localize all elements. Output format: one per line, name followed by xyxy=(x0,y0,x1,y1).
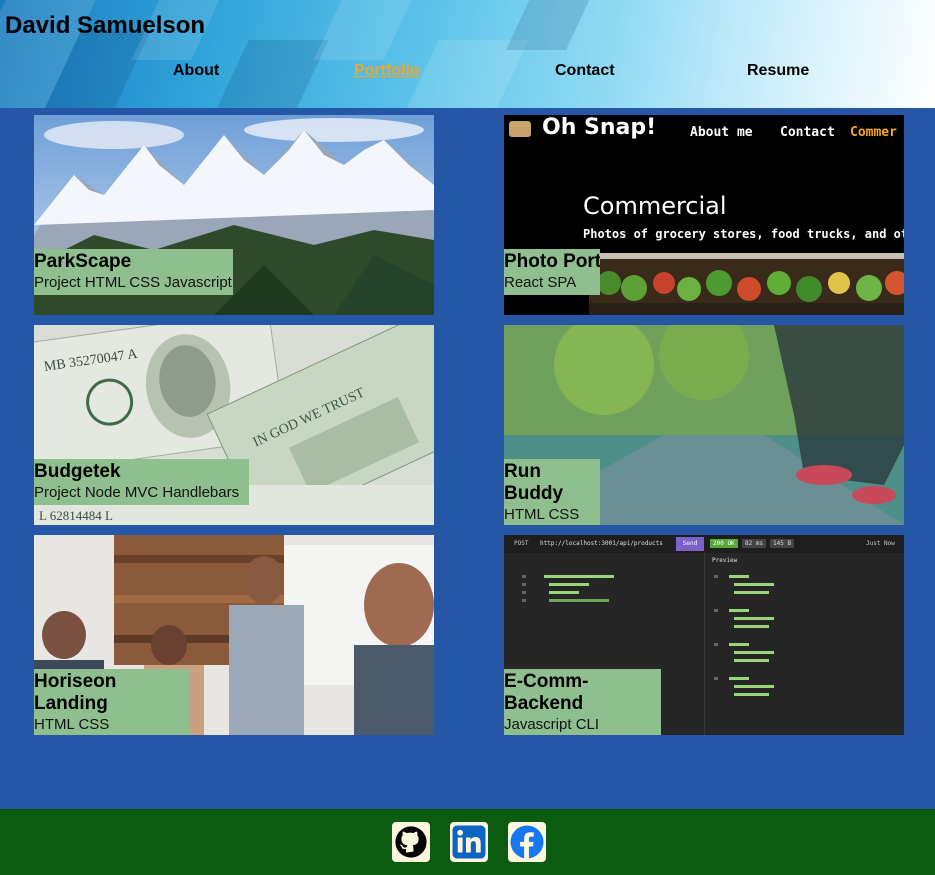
header-facet xyxy=(506,0,594,50)
project-caption: Budgetek Project Node MVC Handlebars xyxy=(34,459,249,505)
header-facet xyxy=(313,0,417,60)
project-tech: Javascript CLI xyxy=(504,716,600,733)
screenshot-send: Send xyxy=(676,537,704,551)
nav-resume[interactable]: Resume xyxy=(747,62,809,80)
screenshot-size: 145 B xyxy=(770,539,795,548)
facebook-icon xyxy=(510,825,544,859)
project-caption: Run Buddy HTML CSS xyxy=(504,459,600,525)
project-caption: E-Comm-Backend Javascript CLI xyxy=(504,669,661,735)
screenshot-time: 82 ms xyxy=(742,539,767,548)
nav-about[interactable]: About xyxy=(173,62,219,80)
project-title: ParkScape xyxy=(34,251,132,272)
project-title: E-Comm-Backend xyxy=(504,671,589,714)
github-link[interactable] xyxy=(392,822,430,862)
linkedin-link[interactable] xyxy=(450,822,488,862)
project-tech: React SPA xyxy=(504,274,577,291)
project-title: Horiseon Landing xyxy=(34,671,117,714)
project-card-photo-port[interactable]: Oh Snap! About me Contact Commer Commerc… xyxy=(504,115,904,315)
screenshot-method: POST xyxy=(514,540,529,547)
project-card-parkscape[interactable]: ParkScape Project HTML CSS Javascript xyxy=(34,115,434,315)
site-header: David Samuelson About Portfolio Contact … xyxy=(0,0,935,108)
project-tech: Project HTML CSS Javascript xyxy=(34,274,232,291)
produce-photo xyxy=(589,253,904,315)
screenshot-heading: Commercial xyxy=(583,192,727,220)
screenshot-url: http://localhost:3001/api/products xyxy=(540,540,663,547)
project-title: Run Buddy xyxy=(504,461,564,504)
camera-icon xyxy=(509,121,531,137)
screenshot-nav-contact: Contact xyxy=(780,125,835,140)
project-tech: HTML CSS xyxy=(504,506,580,523)
project-title: Budgetek xyxy=(34,461,121,482)
svg-text:L 62814484 L: L 62814484 L xyxy=(39,508,113,523)
project-card-budgetek[interactable]: MB 35270047 A IN GOD WE TRUST L 62814484… xyxy=(34,325,434,525)
linkedin-icon xyxy=(452,825,486,859)
nav-portfolio[interactable]: Portfolio xyxy=(354,62,420,80)
screenshot-status: 200 OK xyxy=(710,539,738,548)
facebook-link[interactable] xyxy=(508,822,546,862)
screenshot-subheading: Photos of grocery stores, food trucks, a… xyxy=(583,227,904,241)
project-card-ecomm-backend[interactable]: POST http://localhost:3001/api/products … xyxy=(504,535,904,735)
screenshot-just-now: Just Now xyxy=(866,540,895,547)
project-card-run-buddy[interactable]: Run Buddy HTML CSS xyxy=(504,325,904,525)
project-caption: Horiseon Landing HTML CSS xyxy=(34,669,190,735)
nav-contact[interactable]: Contact xyxy=(555,62,615,80)
screenshot-brand: Oh Snap! xyxy=(542,115,657,140)
github-icon xyxy=(395,826,427,858)
site-title: David Samuelson xyxy=(5,12,206,39)
project-card-horiseon[interactable]: Horiseon Landing HTML CSS xyxy=(34,535,434,735)
project-caption: Photo Port React SPA xyxy=(504,249,600,295)
project-tech: Project Node MVC Handlebars xyxy=(34,484,240,501)
project-tech: HTML CSS xyxy=(34,716,110,733)
screenshot-nav-commercial: Commer xyxy=(850,125,897,140)
screenshot-nav-about: About me xyxy=(690,125,753,140)
site-footer xyxy=(0,809,935,875)
screenshot-preview: Preview xyxy=(712,557,738,564)
project-title: Photo Port xyxy=(504,251,600,272)
main-nav: About Portfolio Contact Resume xyxy=(0,62,935,84)
project-caption: ParkScape Project HTML CSS Javascript xyxy=(34,249,233,295)
